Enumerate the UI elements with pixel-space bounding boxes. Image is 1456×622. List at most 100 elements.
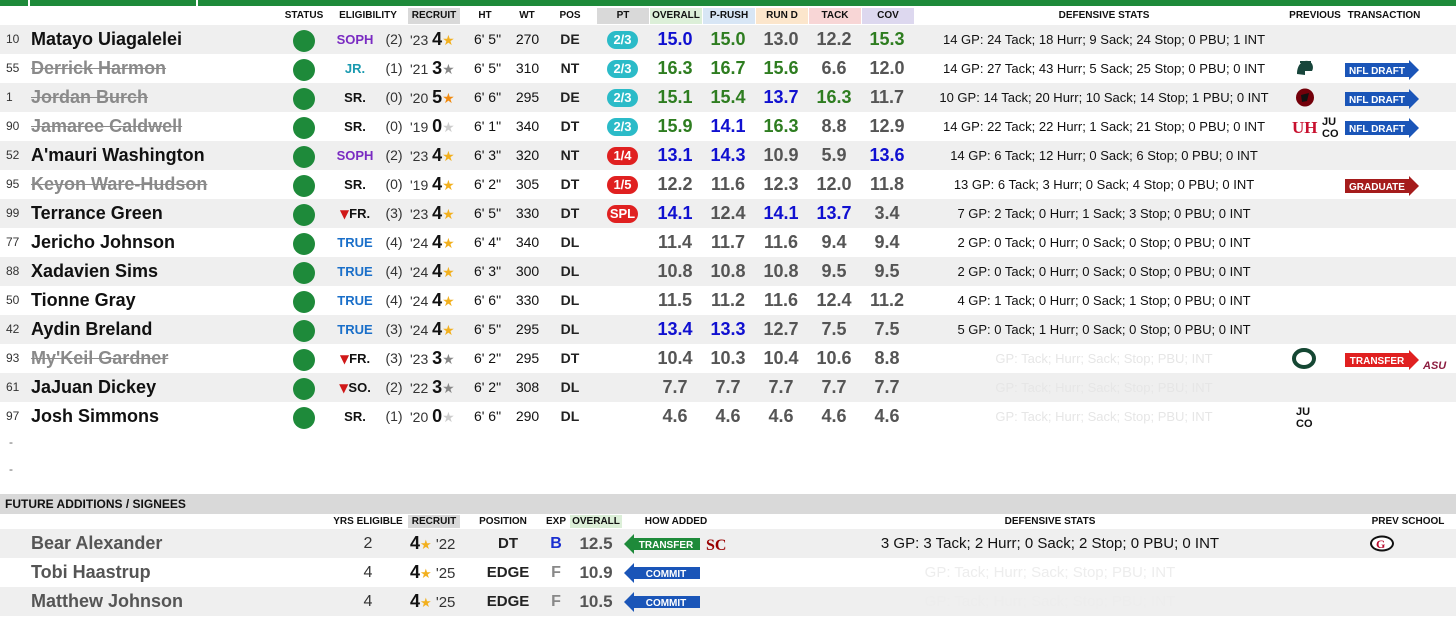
jersey-number: 88 [6,264,20,278]
jersey-number: 77 [6,235,20,249]
recruit-stars: 4 [432,290,443,310]
eligibility-label: SR. [344,90,366,105]
recruit-stars: 0 [432,406,443,426]
rund-grade: 13.0 [763,29,799,49]
how-added-arrow[interactable]: COMMIT [624,592,700,612]
header-cov[interactable]: COV [862,8,914,24]
recruit-year: '23 [410,206,429,222]
header-pos[interactable]: POS [553,8,587,24]
player-name[interactable]: My'Keil Gardner [31,344,168,373]
signee-row[interactable]: Matthew Johnson 4 4★ '25 EDGE F 10.5 COMMIT GP:… [0,587,1456,616]
how-added-arrow[interactable]: TRANSFER [624,534,700,554]
how-added-arrow[interactable]: COMMIT [624,563,700,583]
svg-text:CO: CO [1296,418,1313,430]
player-row[interactable]: 99 Terrance Green ▼FR. (3) '23 4★ 6' 5" 330 DT S… [0,199,1456,228]
signee-name[interactable]: Tobi Haastrup [31,558,151,587]
weight: 290 [515,408,540,424]
header-status[interactable]: STATUS [280,8,328,24]
blank-row-marker: - [9,435,13,449]
transaction-arrow[interactable]: NFL DRAFT [1345,89,1419,109]
header-tack[interactable]: TACK [809,8,861,24]
status-indicator-icon [293,88,315,110]
rund-grade: 12.3 [763,174,799,194]
signee-name[interactable]: Matthew Johnson [31,587,183,616]
position: DT [560,350,580,366]
header-prush[interactable]: P-RUSH [703,8,755,24]
player-name[interactable]: Jericho Johnson [31,228,175,257]
player-name[interactable]: Terrance Green [31,199,163,228]
recruit-stars: 3 [432,348,443,368]
player-row[interactable]: 42 Aydin Breland TRUE (3) '24 4★ 6' 5" 295 DL 13… [0,315,1456,344]
player-row[interactable]: 10 Matayo Uiagalelei SOPH (2) '23 4★ 6' 5" 270… [0,25,1456,54]
rund-grade: 16.3 [763,116,799,136]
player-row[interactable]: 50 Tionne Gray TRUE (4) '24 4★ 6' 6" 330 DL 11.5… [0,286,1456,315]
signee-row[interactable]: Bear Alexander 2 4★ '22 DT B 12.5 TRANSFER SC 3 … [0,529,1456,558]
player-name[interactable]: Tionne Gray [31,286,136,315]
header-defensive-stats[interactable]: DEFENSIVE STATS [918,8,1290,24]
header-pt[interactable]: PT [597,8,649,24]
player-name[interactable]: Jordan Burch [31,83,148,112]
header-previous[interactable]: PREVIOUS [1287,8,1343,24]
player-name[interactable]: A'mauri Washington [31,141,205,170]
header-overall[interactable]: OVERALL [650,8,702,24]
player-row[interactable]: 52 A'mauri Washington SOPH (2) '23 4★ 6' 3" 32… [0,141,1456,170]
player-row[interactable]: 93 My'Keil Gardner ▼FR. (3) '23 3★ 6' 2" 295 DT… [0,344,1456,373]
badge-label: COMMIT [646,598,687,609]
future-header-prev-school[interactable]: PREV SCHOOL [1365,515,1451,528]
player-name[interactable]: Derrick Harmon [31,54,166,83]
future-header-exp[interactable]: EXP [544,515,568,528]
defensive-stats: 2 GP: 0 Tack; 0 Hurr; 0 Sack; 0 Stop; 0 … [957,235,1251,250]
header-rund[interactable]: RUN D [756,8,808,24]
transaction-badge: GRADUATE [1345,176,1419,196]
future-header-defensive-stats[interactable]: DEFENSIVE STATS [820,515,1280,528]
player-row[interactable]: 1 Jordan Burch SR. (0) '20 5★ 6' 6" 295 DE 2/3 15… [0,83,1456,112]
transaction-arrow[interactable]: TRANSFER [1345,350,1419,370]
star-icon: ★ [442,264,455,280]
redshirt-icon: ▼ [339,352,350,366]
player-name[interactable]: Aydin Breland [31,315,152,344]
defensive-stats: 14 GP: 24 Tack; 18 Hurr; 9 Sack; 24 Stop… [942,32,1266,47]
signee-name[interactable]: Bear Alexander [31,529,162,558]
status-indicator-icon [293,117,315,139]
header-wt[interactable]: WT [512,8,542,24]
gamecock-logo-icon [1296,88,1314,107]
signee-row[interactable]: Tobi Haastrup 4 4★ '25 EDGE F 10.9 COMMIT GP: T… [0,558,1456,587]
future-additions-section-title: FUTURE ADDITIONS / SIGNEES [0,494,1456,514]
header-recruit[interactable]: RECRUIT [408,8,460,24]
future-header-overall[interactable]: OVERALL [570,515,622,528]
redshirt-icon: ▼ [339,207,350,221]
header-eligibility[interactable]: ELIGIBILITY [333,8,403,24]
status-indicator-icon [293,291,315,313]
height: 6' 4" [473,234,502,250]
player-row[interactable]: 97 Josh Simmons SR. (1) '20 0★ 6' 6" 290 DL 4.6 4… [0,402,1456,431]
georgia-g-logo-icon: G [1370,535,1394,552]
future-header-how-added[interactable]: HOW ADDED [630,515,722,528]
player-row[interactable]: 77 Jericho Johnson TRUE (4) '24 4★ 6' 4" 340 DL… [0,228,1456,257]
star-icon: ★ [442,293,455,309]
eligibility-years: (3) [385,321,403,337]
player-name[interactable]: Matayo Uiagalelei [31,25,182,54]
player-row[interactable]: 88 Xadavien Sims TRUE (4) '24 4★ 6' 3" 300 DL 10… [0,257,1456,286]
experience: B [550,535,562,552]
player-row[interactable]: 61 JaJuan Dickey ▼SO. (2) '22 3★ 6' 2" 308 DL 7.… [0,373,1456,402]
player-row[interactable]: 55 Derrick Harmon JR. (1) '21 3★ 6' 5" 310 NT 2/… [0,54,1456,83]
transaction-arrow[interactable]: NFL DRAFT [1345,60,1419,80]
transaction-arrow[interactable]: GRADUATE [1345,176,1419,196]
header-transaction[interactable]: TRANSACTION [1344,8,1424,24]
star-icon: ★ [442,177,455,193]
header-ht[interactable]: HT [470,8,500,24]
player-name[interactable]: Jamaree Caldwell [31,112,182,141]
player-name[interactable]: Keyon Ware-Hudson [31,170,207,199]
future-header-yrs-eligible[interactable]: YRS ELIGIBLE [330,515,406,528]
transaction-badge: NFL DRAFT [1345,118,1419,138]
player-name[interactable]: JaJuan Dickey [31,373,156,402]
transaction-arrow[interactable]: NFL DRAFT [1345,118,1419,138]
player-row[interactable]: 95 Keyon Ware-Hudson SR. (0) '19 4★ 6' 2" 305 D… [0,170,1456,199]
eligibility-class: SOPH [330,25,380,54]
future-header-recruit[interactable]: RECRUIT [408,515,460,528]
player-name[interactable]: Josh Simmons [31,402,159,431]
player-name[interactable]: Xadavien Sims [31,257,158,286]
future-header-position[interactable]: POSITION [470,515,536,528]
player-row[interactable]: 90 Jamaree Caldwell SR. (0) '19 0★ 6' 1" 340 DT… [0,112,1456,141]
star-icon: ★ [442,148,455,164]
